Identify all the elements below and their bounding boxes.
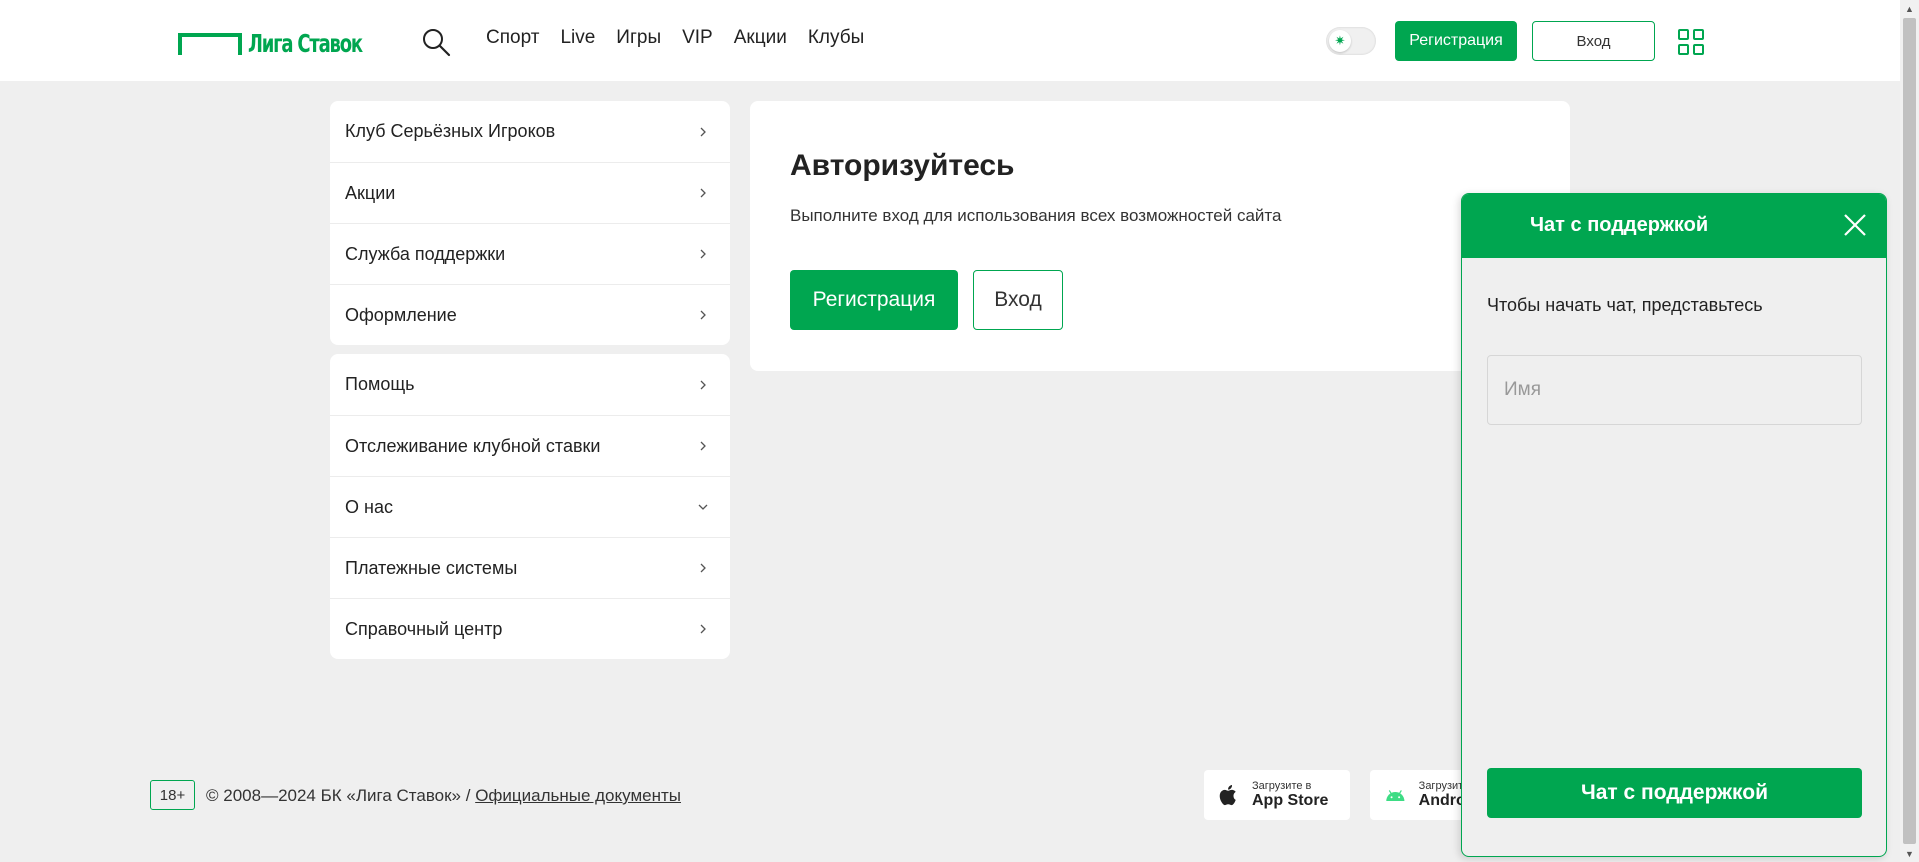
site-header: Лига Ставок Спорт Live Игры VIP Акции Кл… xyxy=(0,0,1900,81)
menu-item-label: Отслеживание клубной ставки xyxy=(345,435,601,456)
menu-item-label: Оформление xyxy=(345,304,457,325)
chat-header: Чат с поддержкой xyxy=(1462,194,1886,258)
chevron-right-icon xyxy=(700,310,706,320)
chevron-right-icon xyxy=(700,127,706,136)
app-store-button[interactable]: Загрузите в App Store xyxy=(1204,770,1350,820)
header-register-button[interactable]: Регистрация xyxy=(1395,21,1517,61)
menu-item-bet-tracking[interactable]: Отслеживание клубной ставки xyxy=(330,415,730,476)
appstore-small-text: Загрузите в xyxy=(1252,780,1312,792)
android-icon xyxy=(1386,790,1405,802)
menu-item-support[interactable]: Служба поддержки xyxy=(330,223,730,284)
scroll-down-icon[interactable]: ▼ xyxy=(1900,845,1919,862)
menu-item-label: О нас xyxy=(345,496,393,517)
sun-icon: ✷ xyxy=(1329,30,1351,52)
copyright-text: © 2008—2024 БК «Лига Ставок» / xyxy=(206,786,476,805)
menu-item-label: Помощь xyxy=(345,374,415,394)
menu-item-promotions[interactable]: Акции xyxy=(330,162,730,223)
menu-item-about[interactable]: О нас xyxy=(330,476,730,537)
menu-item-club[interactable]: Клуб Серьёзных Игроков xyxy=(330,101,730,162)
main-nav: Спорт Live Игры VIP Акции Клубы xyxy=(486,27,885,49)
nav-item-promotions[interactable]: Акции xyxy=(734,27,787,49)
menu-item-appearance[interactable]: Оформление xyxy=(330,284,730,345)
logo-text: Лига Ставок xyxy=(248,29,363,58)
chevron-right-icon xyxy=(700,563,706,573)
chat-name-input[interactable] xyxy=(1487,355,1862,425)
menu-item-label: Клуб Серьёзных Игроков xyxy=(345,121,556,141)
close-icon[interactable] xyxy=(1842,212,1868,238)
menu-item-help[interactable]: Помощь xyxy=(330,354,730,415)
auth-card: Авторизуйтесь Выполните вход для использ… xyxy=(750,101,1570,371)
nav-item-vip[interactable]: VIP xyxy=(682,27,713,49)
nav-item-games[interactable]: Игры xyxy=(616,27,661,49)
start-chat-button[interactable]: Чат с поддержкой xyxy=(1487,768,1862,818)
chat-intro-text: Чтобы начать чат, представьтесь xyxy=(1487,295,1763,315)
scroll-up-icon[interactable]: ▲ xyxy=(1900,0,1919,17)
chevron-right-icon xyxy=(700,249,706,259)
side-menu-primary: Клуб Серьёзных Игроков Акции Служба подд… xyxy=(330,101,730,345)
side-menu-secondary: Помощь Отслеживание клубной ставки О нас… xyxy=(330,354,730,659)
menu-item-label: Служба поддержки xyxy=(345,243,506,264)
login-button[interactable]: Вход xyxy=(973,270,1063,330)
apple-icon xyxy=(1219,785,1236,806)
nav-item-live[interactable]: Live xyxy=(560,27,595,49)
scrollbar-thumb[interactable] xyxy=(1903,18,1916,844)
logo-mark-icon xyxy=(178,32,242,55)
page-scrollbar[interactable]: ▲ ▼ xyxy=(1900,0,1919,862)
official-docs-link[interactable]: Официальные документы xyxy=(475,786,681,805)
menu-item-payments[interactable]: Платежные системы xyxy=(330,537,730,598)
chevron-right-icon xyxy=(700,188,706,198)
chevron-right-icon xyxy=(700,380,706,389)
menu-item-help-center[interactable]: Справочный центр xyxy=(330,598,730,659)
header-login-button[interactable]: Вход xyxy=(1532,21,1655,61)
age-badge: 18+ xyxy=(150,780,195,810)
menu-item-label: Платежные системы xyxy=(345,557,518,578)
nav-item-sport[interactable]: Спорт xyxy=(486,27,539,49)
chat-title: Чат с поддержкой xyxy=(1530,214,1709,236)
auth-title: Авторизуйтесь xyxy=(790,149,1015,182)
copyright: © 2008—2024 БК «Лига Ставок» / Официальн… xyxy=(206,786,681,806)
appstore-big-text: App Store xyxy=(1252,792,1329,809)
search-icon[interactable] xyxy=(421,27,451,57)
logo[interactable]: Лига Ставок xyxy=(178,29,390,58)
apps-grid-icon[interactable] xyxy=(1678,29,1704,55)
chevron-right-icon xyxy=(700,624,706,634)
menu-item-label: Справочный центр xyxy=(345,618,503,639)
theme-toggle[interactable]: ✷ xyxy=(1326,27,1376,55)
menu-item-label: Акции xyxy=(345,182,396,203)
support-chat-widget: Чат с поддержкой Чтобы начать чат, предс… xyxy=(1461,193,1887,857)
register-button[interactable]: Регистрация xyxy=(790,270,958,330)
chevron-down-icon xyxy=(698,504,708,510)
chevron-right-icon xyxy=(700,441,706,451)
nav-item-clubs[interactable]: Клубы xyxy=(808,27,864,49)
auth-subtitle: Выполните вход для использования всех во… xyxy=(790,206,1282,225)
